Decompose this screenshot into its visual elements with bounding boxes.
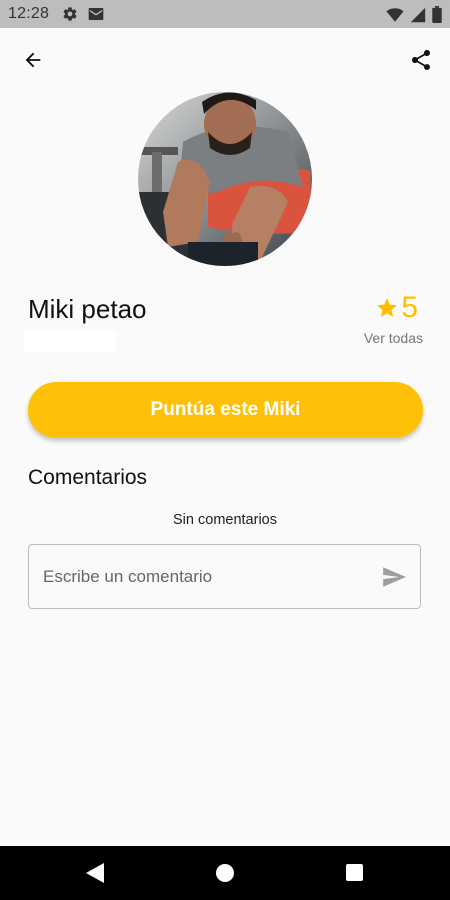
profile-name: Miki petao xyxy=(28,294,147,324)
comment-input[interactable] xyxy=(41,545,375,609)
avatar xyxy=(138,92,312,266)
settings-icon xyxy=(63,7,77,21)
status-time: 12:28 xyxy=(8,5,50,22)
back-button[interactable] xyxy=(18,45,48,75)
star-icon xyxy=(377,298,398,317)
redacted-subtitle xyxy=(24,330,116,352)
arrow-back-icon xyxy=(25,52,41,68)
battery-icon xyxy=(432,6,442,23)
mail-icon xyxy=(88,8,104,20)
nav-recents-icon[interactable] xyxy=(346,864,363,881)
system-nav-bar xyxy=(0,846,450,900)
wifi-icon xyxy=(386,7,404,22)
status-icons xyxy=(386,6,442,23)
comment-field xyxy=(28,544,421,609)
nav-back-icon[interactable] xyxy=(86,863,104,883)
comments-heading: Comentarios xyxy=(28,466,148,489)
rating: 5 xyxy=(375,292,418,324)
share-button[interactable] xyxy=(406,45,436,75)
app-screen: 12:28 Miki petao 5 Ver todas Puntúa este… xyxy=(0,0,450,900)
nav-home-icon[interactable] xyxy=(216,864,234,882)
avatar-photo xyxy=(138,92,312,266)
rating-value: 5 xyxy=(401,291,418,324)
rate-button[interactable]: Puntúa este Miki xyxy=(28,382,423,438)
empty-comments-text: Sin comentarios xyxy=(173,512,277,528)
share-icon xyxy=(412,50,430,70)
see-all-ratings-link[interactable]: Ver todas xyxy=(364,330,423,346)
send-icon[interactable] xyxy=(380,564,408,590)
status-bar: 12:28 xyxy=(0,0,450,28)
signal-icon xyxy=(410,7,426,22)
